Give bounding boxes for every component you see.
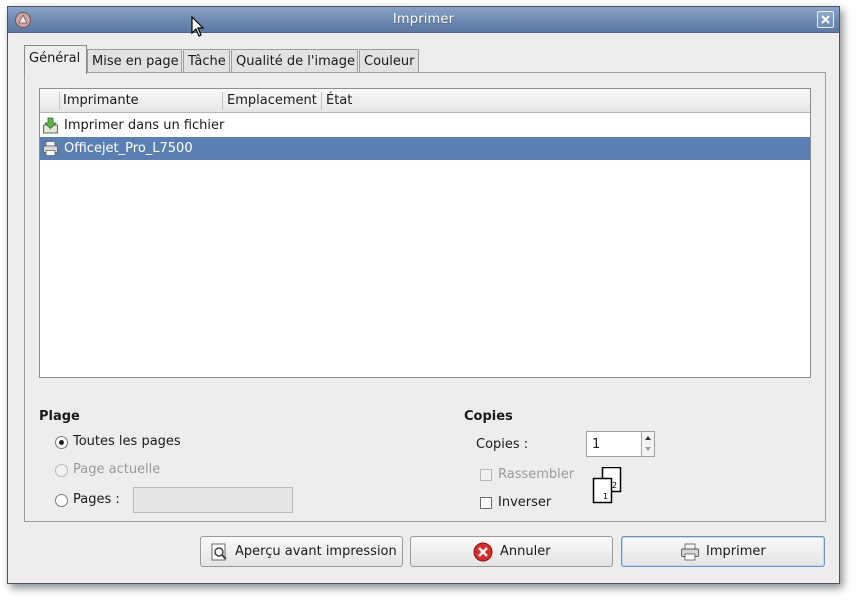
printer-name: Imprimer dans un fichier bbox=[64, 118, 225, 133]
tab-image-quality[interactable]: Qualité de l'image bbox=[231, 49, 358, 73]
column-header-printer[interactable]: Imprimante bbox=[63, 93, 139, 108]
print-preview-label: Aperçu avant impression bbox=[235, 544, 397, 559]
svg-text:1: 1 bbox=[603, 492, 608, 501]
pages-input[interactable] bbox=[133, 487, 293, 513]
tab-label: Tâche bbox=[188, 54, 226, 69]
printer-row[interactable]: Imprimer dans un fichier bbox=[40, 114, 810, 137]
close-icon bbox=[821, 15, 830, 24]
general-tab-panel: Imprimante Emplacement État Imprimer dan… bbox=[24, 72, 826, 522]
tab-label: Couleur bbox=[364, 54, 415, 69]
all-pages-label[interactable]: Toutes les pages bbox=[73, 434, 181, 449]
reverse-checkbox[interactable] bbox=[480, 497, 492, 509]
current-page-radio[interactable] bbox=[55, 464, 68, 477]
print-dialog: Imprimer Général Mise en page Tâche Qual… bbox=[7, 6, 840, 584]
all-pages-radio[interactable] bbox=[55, 436, 68, 449]
svg-text:2: 2 bbox=[612, 481, 617, 490]
cancel-button[interactable]: Annuler bbox=[410, 536, 613, 567]
column-header-location[interactable]: Emplacement bbox=[227, 93, 317, 108]
copies-spin-input[interactable]: 1 bbox=[586, 431, 642, 457]
mouse-pointer-icon bbox=[191, 16, 205, 37]
collate-checkbox[interactable] bbox=[480, 469, 492, 481]
cancel-label: Annuler bbox=[500, 544, 551, 559]
printer-icon bbox=[681, 543, 699, 561]
close-button[interactable] bbox=[817, 11, 834, 28]
print-label: Imprimer bbox=[706, 544, 766, 559]
range-section-title: Plage bbox=[39, 409, 80, 424]
spin-up-icon[interactable] bbox=[645, 436, 651, 440]
column-separator bbox=[222, 92, 223, 110]
pages-radio[interactable] bbox=[55, 494, 68, 507]
tab-color[interactable]: Couleur bbox=[359, 49, 419, 73]
pages-label[interactable]: Pages : bbox=[73, 492, 120, 507]
tab-general[interactable]: Général bbox=[24, 45, 87, 74]
copies-section-title: Copies bbox=[464, 409, 513, 424]
column-header-status[interactable]: État bbox=[326, 93, 352, 108]
printer-list[interactable]: Imprimante Emplacement État Imprimer dan… bbox=[39, 88, 811, 378]
tab-label: Général bbox=[29, 51, 81, 66]
printer-name: Officejet_Pro_L7500 bbox=[64, 141, 193, 156]
copies-count-label: Copies : bbox=[476, 437, 529, 452]
tab-label: Mise en page bbox=[92, 54, 179, 69]
copies-spin-buttons[interactable] bbox=[641, 431, 655, 457]
collate-pages-icon: 2 1 bbox=[592, 467, 622, 504]
list-header: Imprimante Emplacement État bbox=[40, 89, 810, 113]
tab-page-setup[interactable]: Mise en page bbox=[87, 49, 182, 73]
window-title: Imprimer bbox=[392, 12, 455, 27]
printer-icon bbox=[43, 141, 58, 156]
print-preview-icon bbox=[211, 543, 227, 561]
cancel-icon bbox=[473, 542, 493, 562]
collate-label[interactable]: Rassembler bbox=[498, 467, 574, 482]
print-preview-button[interactable]: Aperçu avant impression bbox=[200, 536, 403, 567]
save-to-file-icon bbox=[43, 117, 58, 134]
print-button[interactable]: Imprimer bbox=[621, 536, 825, 567]
tab-job[interactable]: Tâche bbox=[183, 49, 230, 73]
spin-down-icon[interactable] bbox=[645, 447, 651, 451]
title-bar[interactable]: Imprimer bbox=[8, 7, 839, 33]
current-page-label[interactable]: Page actuelle bbox=[73, 462, 160, 477]
tab-label: Qualité de l'image bbox=[236, 54, 355, 69]
printer-row-selected[interactable]: Officejet_Pro_L7500 bbox=[40, 137, 810, 160]
reverse-label[interactable]: Inverser bbox=[498, 495, 551, 510]
column-separator bbox=[59, 92, 60, 110]
column-separator bbox=[321, 92, 322, 110]
